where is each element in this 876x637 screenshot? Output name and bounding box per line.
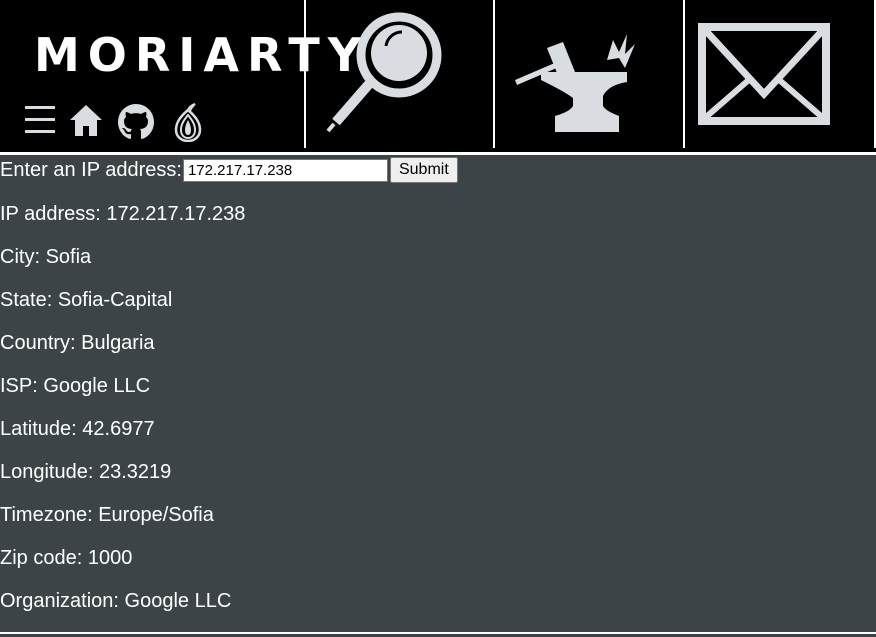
ip-lookup-form: Enter an IP address: Submit [0,157,458,183]
search-tool-button[interactable] [306,0,493,150]
country-value: Bulgaria [81,332,155,354]
state-line: State: Sofia-Capital [0,289,173,311]
magnifying-glass-icon [326,12,442,133]
timezone-line: Timezone: Europe/Sofia [0,504,214,526]
city-value: Sofia [45,246,92,268]
ip-address-value: 172.217.17.238 [106,203,246,225]
latitude-value: 42.6977 [82,418,155,440]
forge-tool-button[interactable] [495,0,683,150]
latitude-label: Latitude [0,418,72,440]
github-icon[interactable] [116,102,156,142]
ip-address-input[interactable] [182,158,388,182]
latitude-line: Latitude: 42.6977 [0,418,155,440]
zip-code-line: Zip code: 1000 [0,547,133,569]
timezone-value: Europe/Sofia [98,504,214,526]
longitude-value: 23.3219 [99,461,172,483]
organization-value: Google LLC [124,590,232,612]
state-label: State [0,289,47,311]
menu-icon[interactable] [22,102,58,138]
zip-code-label: Zip code [0,547,77,569]
longitude-label: Longitude [0,461,88,483]
longitude-line: Longitude: 23.3219 [0,461,172,483]
ip-input-label: Enter an IP address: [0,159,182,181]
timezone-label: Timezone [0,504,88,526]
contact-tool-button[interactable] [685,0,874,150]
submit-button[interactable]: Submit [389,157,458,183]
logo-panel: MORIARTY [0,0,361,150]
organization-line: Organization: Google LLC [0,590,232,612]
main-content: Enter an IP address: Submit IP address: … [0,155,876,632]
city-label: City [0,246,35,268]
organization-label: Organization [0,590,114,612]
zip-code-value: 1000 [87,547,133,569]
site-header: MORIARTY [0,0,876,152]
isp-label: ISP [0,375,33,397]
isp-value: Google LLC [43,375,151,397]
ip-address-line: IP address: 172.217.17.238 [0,203,246,225]
tor-onion-icon[interactable] [172,102,204,142]
isp-line: ISP: Google LLC [0,375,151,397]
envelope-icon [698,23,830,125]
city-line: City: Sofia [0,246,92,268]
home-icon[interactable] [68,102,104,138]
state-value: Sofia-Capital [57,289,173,311]
country-line: Country: Bulgaria [0,332,155,354]
country-label: Country [0,332,71,354]
ip-address-label: IP address [0,203,96,225]
anvil-hammer-icon [515,34,635,132]
